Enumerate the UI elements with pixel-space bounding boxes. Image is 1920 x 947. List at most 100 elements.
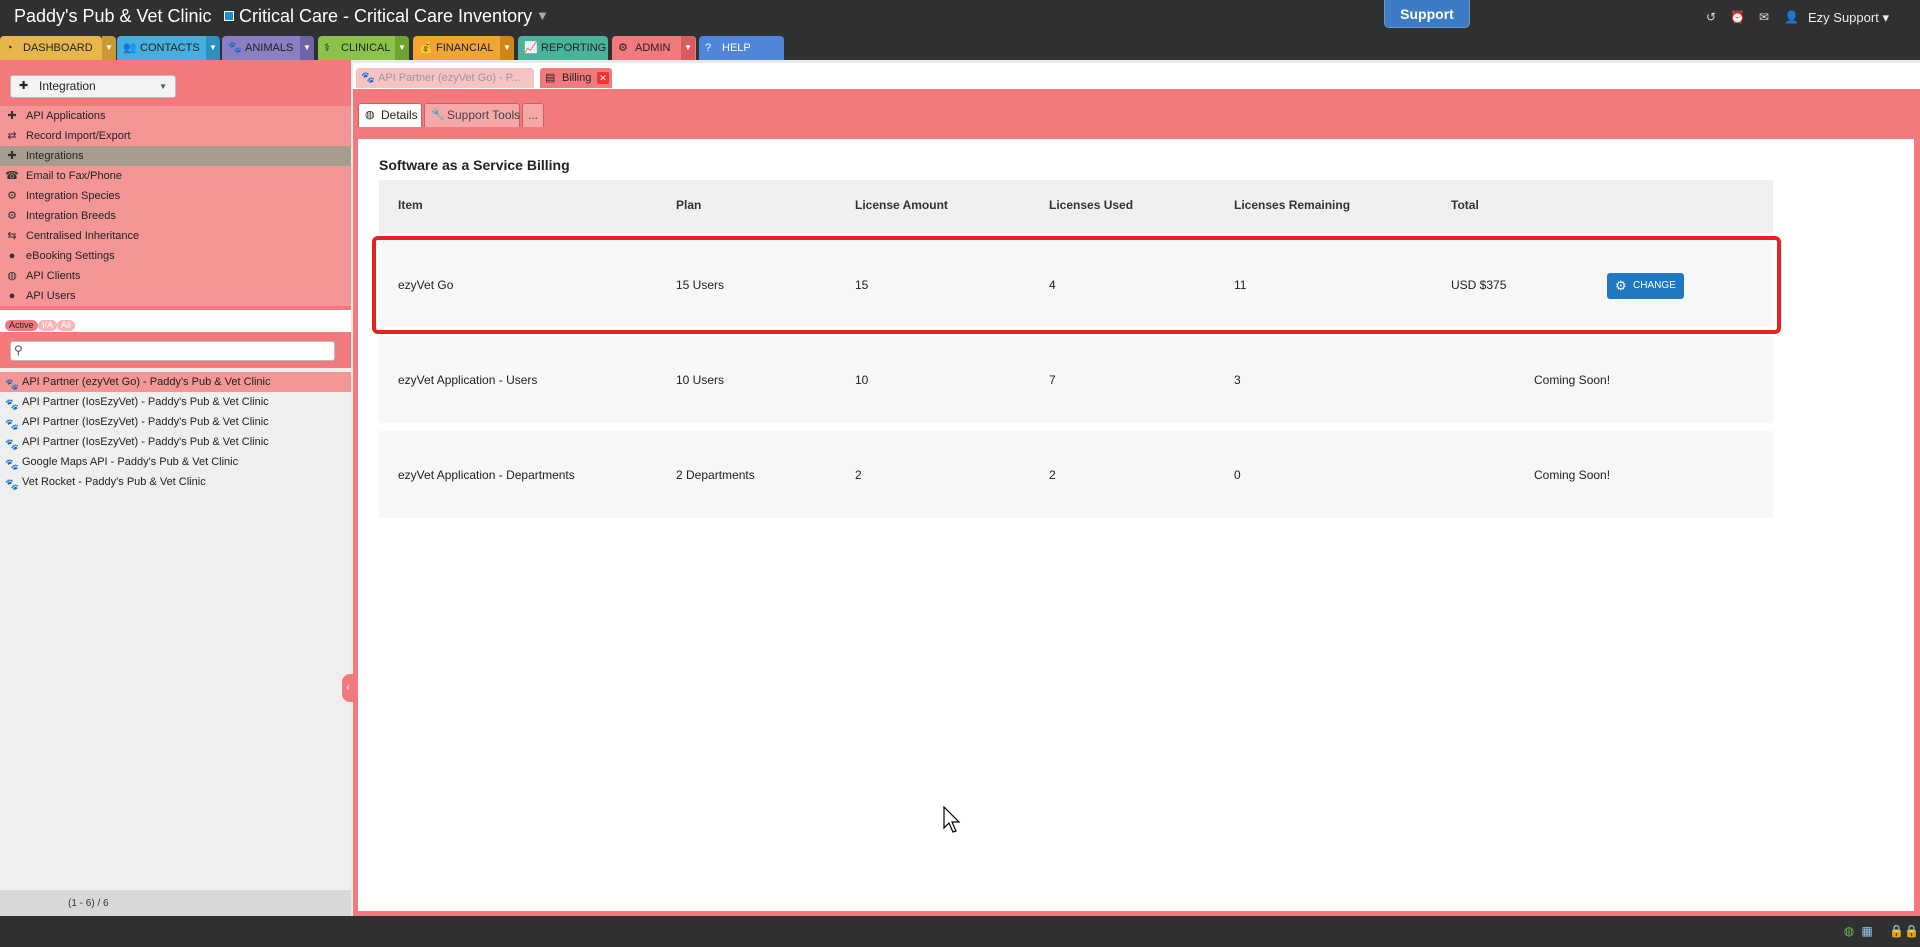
globe-icon[interactable]: ◍: [1842, 923, 1856, 939]
puzzle-icon: ✚: [7, 110, 17, 122]
search-icon: ⚲: [14, 343, 23, 357]
cell-item: ezyVet Application - Departments: [398, 468, 575, 482]
clinic-name[interactable]: Paddy's Pub & Vet Clinic: [14, 6, 212, 27]
sidebar-item-label: eBooking Settings: [26, 250, 115, 262]
column-header-licenses-remaining: Licenses Remaining: [1234, 198, 1351, 212]
nav-animals[interactable]: 🐾 ANIMALS: [222, 36, 308, 60]
sidebar-item-api-users[interactable]: ● API Users: [0, 286, 351, 306]
lock-icon[interactable]: 🔒: [1889, 923, 1904, 939]
user-menu[interactable]: Ezy Support ▾: [1808, 10, 1889, 26]
inheritance-icon: ⇆: [7, 230, 17, 242]
record-label: Vet Rocket - Paddy's Pub & Vet Clinic: [22, 476, 206, 488]
mail-icon[interactable]: ✉: [1757, 10, 1771, 24]
sidebar-item-centralised-inheritance[interactable]: ⇆ Centralised Inheritance: [0, 226, 351, 246]
help-icon: ?: [705, 42, 712, 54]
record-list-item[interactable]: 🐾 Google Maps API - Paddy's Pub & Vet Cli…: [0, 452, 351, 472]
contacts-icon: 👥: [123, 42, 137, 54]
cell-licenses-remaining: 3: [1234, 373, 1241, 387]
filter-all-tab[interactable]: All: [57, 320, 76, 331]
support-button[interactable]: Support: [1384, 0, 1470, 28]
record-list-item[interactable]: 🐾 API Partner (IosEzyVet) - Paddy's Pub &…: [0, 392, 351, 412]
record-label: API Partner (ezyVet Go) - Paddy's Pub & …: [22, 376, 271, 388]
nav-financial[interactable]: 💰 FINANCIAL: [413, 36, 509, 60]
chevron-down-icon[interactable]: ▼: [536, 8, 549, 23]
nav-dashboard-dropdown[interactable]: ▼: [102, 36, 116, 60]
record-list-item[interactable]: 🐾 API Partner (ezyVet Go) - Paddy's Pub &…: [0, 372, 351, 392]
module-select-value: Integration: [39, 79, 96, 93]
nav-dashboard[interactable]: ◔ DASHBOARD: [0, 36, 102, 60]
billing-title: Software as a Service Billing: [379, 157, 570, 173]
sidebar-item-label: Integration Breeds: [26, 210, 116, 222]
column-header-item: Item: [398, 198, 423, 212]
nav-contacts[interactable]: 👥 CONTACTS: [117, 36, 212, 60]
tab-billing-label: Billing: [562, 72, 592, 84]
nav-financial-dropdown[interactable]: ▼: [500, 36, 514, 60]
sidebar-item-ebooking-settings[interactable]: ● eBooking Settings: [0, 246, 351, 266]
dashboard-icon: ◔: [6, 42, 13, 54]
nav-clinical-label: CLINICAL: [341, 42, 391, 54]
column-header-total: Total: [1451, 198, 1479, 212]
nav-contacts-label: CONTACTS: [140, 42, 200, 54]
column-header-license-amount: License Amount: [855, 198, 948, 212]
sidebar-item-label: Integrations: [26, 150, 84, 162]
user-name-label: Ezy Support: [1808, 10, 1879, 25]
tab-more[interactable]: ...: [522, 103, 544, 127]
sidebar-item-label: API Applications: [26, 110, 106, 122]
paw-icon: 🐾: [5, 479, 19, 491]
billing-icon: ▤: [545, 72, 556, 84]
paw-icon: 🐾: [228, 42, 242, 54]
sidebar-item-integration-breeds[interactable]: ⚙ Integration Breeds: [0, 206, 351, 226]
phone-icon: ☎: [5, 170, 19, 182]
sidebar-item-api-applications[interactable]: ✚ API Applications: [0, 106, 351, 126]
nav-animals-dropdown[interactable]: ▼: [300, 36, 314, 60]
sidebar-search-input[interactable]: [10, 341, 335, 361]
sidebar-item-integration-species[interactable]: ⚙ Integration Species: [0, 186, 351, 206]
tab-details[interactable]: ◍ Details: [358, 103, 422, 127]
nav-contacts-dropdown[interactable]: ▼: [206, 36, 220, 60]
highlight-box: [372, 236, 1781, 334]
record-label: API Partner (IosEzyVet) - Paddy's Pub & …: [22, 396, 269, 408]
close-icon[interactable]: ✕: [597, 72, 609, 84]
record-list-item[interactable]: 🐾 API Partner (IosEzyVet) - Paddy's Pub &…: [0, 432, 351, 452]
sidebar-item-label: Record Import/Export: [26, 130, 131, 142]
sidebar-item-record-import-export[interactable]: ⇄ Record Import/Export: [0, 126, 351, 146]
tab-api-partner-label: API Partner (ezyVet Go) - P...: [378, 72, 521, 84]
nav-financial-label: FINANCIAL: [436, 42, 494, 54]
nav-clinical[interactable]: ⚕ CLINICAL: [318, 36, 404, 60]
coming-soon-label: Coming Soon!: [1534, 468, 1611, 482]
record-list-item[interactable]: 🐾 API Partner (IosEzyVet) - Paddy's Pub &…: [0, 412, 351, 432]
sidebar-item-email-to-fax[interactable]: ☎ Email to Fax/Phone: [0, 166, 351, 186]
sidebar-item-label: API Users: [26, 290, 76, 302]
nav-help[interactable]: ? HELP: [699, 36, 784, 60]
lock-icon[interactable]: 🔒: [1904, 923, 1919, 939]
cell-plan: 10 Users: [676, 373, 725, 387]
gear-icon: ⚙: [618, 42, 628, 54]
column-header-plan: Plan: [676, 198, 702, 212]
column-header-licenses-used: Licenses Used: [1049, 198, 1134, 212]
sidebar-item-api-clients[interactable]: ◍ API Clients: [0, 266, 351, 286]
record-label: API Partner (IosEzyVet) - Paddy's Pub & …: [22, 436, 269, 448]
filter-active-tab[interactable]: Active: [5, 320, 38, 331]
tab-api-partner[interactable]: 🐾 API Partner (ezyVet Go) - P...: [356, 68, 534, 88]
mouse-cursor: [943, 806, 961, 833]
module-select[interactable]: ✚ Integration ▼: [10, 75, 176, 98]
calculator-icon[interactable]: ▦: [1860, 923, 1874, 939]
history-icon[interactable]: ↺: [1704, 10, 1718, 24]
alarm-icon[interactable]: ⏰: [1730, 10, 1745, 24]
sidebar-item-integrations[interactable]: ✚ Integrations: [0, 146, 351, 166]
tab-billing[interactable]: ▤ Billing ✕: [540, 68, 612, 88]
tab-support-tools[interactable]: 🔧 Support Tools: [424, 103, 520, 127]
department-selector[interactable]: Critical Care - Critical Care Inventory: [239, 6, 532, 27]
nav-reporting[interactable]: 📈 REPORTING: [518, 36, 608, 60]
sidebar-item-label: Centralised Inheritance: [26, 230, 140, 242]
globe-icon: ◍: [7, 270, 17, 282]
tab-more-label: ...: [528, 108, 539, 122]
breeds-icon: ⚙: [7, 210, 17, 222]
nav-clinical-dropdown[interactable]: ▼: [395, 36, 409, 60]
record-list-item[interactable]: 🐾 Vet Rocket - Paddy's Pub & Vet Clinic: [0, 472, 351, 492]
filter-inactive-tab[interactable]: I/A: [38, 320, 58, 331]
record-label: API Partner (IosEzyVet) - Paddy's Pub & …: [22, 416, 269, 428]
cell-license-amount: 10: [855, 373, 869, 387]
nav-admin-dropdown[interactable]: ▼: [681, 36, 695, 60]
tab-support-tools-label: Support Tools: [447, 108, 521, 122]
